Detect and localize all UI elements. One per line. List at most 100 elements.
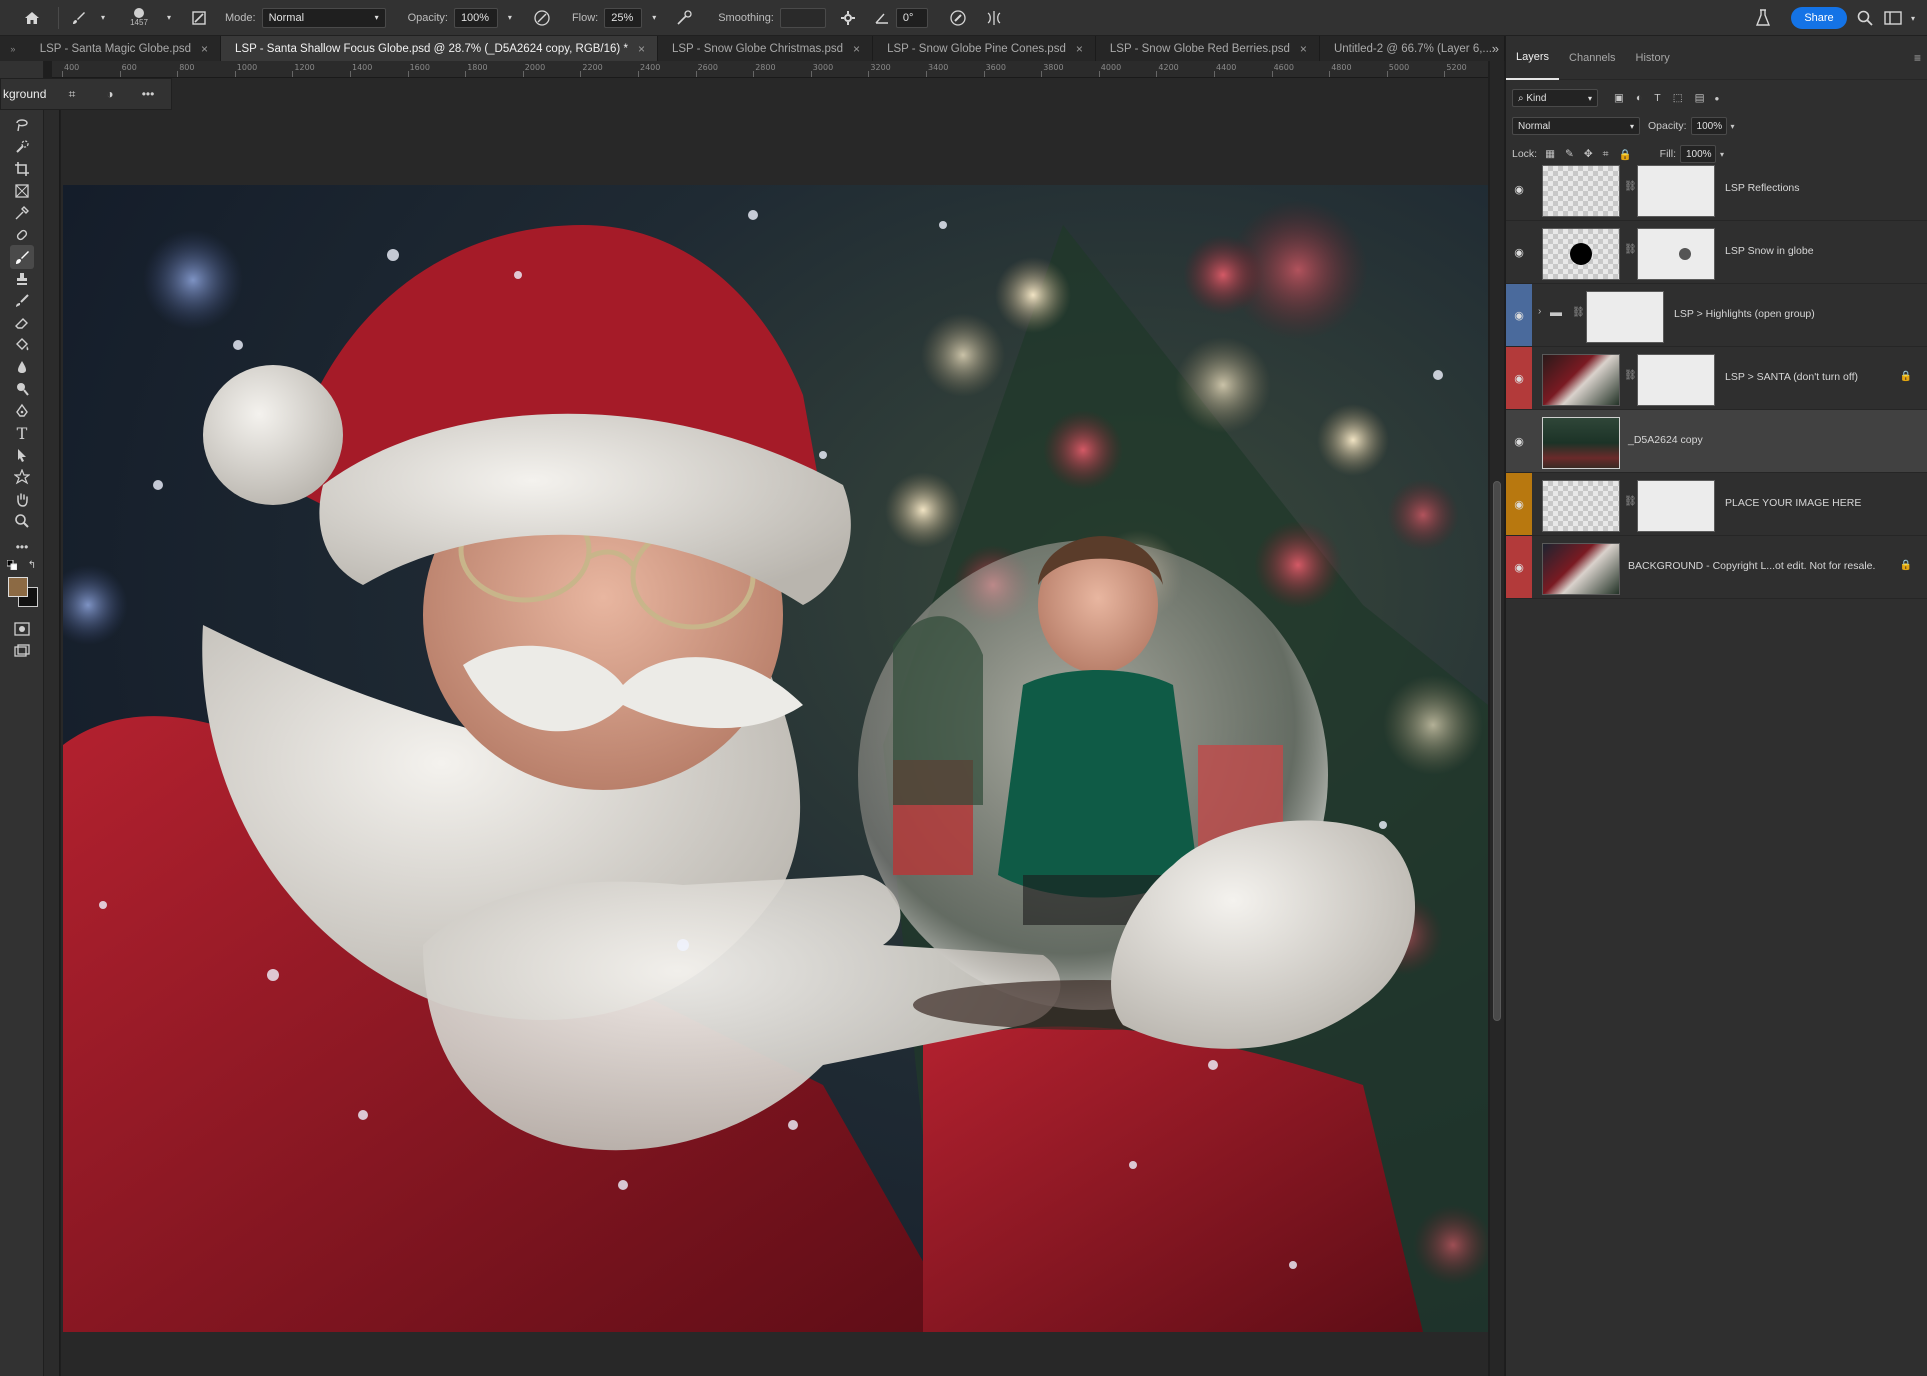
eye-icon[interactable]: ◉ <box>1514 309 1524 322</box>
blend-mode-dropdown[interactable]: Normal ▾ <box>1512 117 1640 135</box>
transform-icon[interactable]: ⌗ <box>53 87 91 102</box>
chevron-down-icon[interactable]: ▾ <box>1731 122 1735 131</box>
layer-lsp-santa[interactable]: ◉ ⛓ LSP > SANTA (don't turn off) 🔒 <box>1506 347 1927 410</box>
mode-dropdown[interactable]: Normal ▾ <box>261 7 386 28</box>
document-canvas[interactable] <box>63 185 1488 1332</box>
swap-colors-icon[interactable]: ↰ <box>26 559 38 571</box>
layer-mask-thumbnail[interactable] <box>1637 480 1715 532</box>
close-icon[interactable]: × <box>1300 42 1307 56</box>
more-tools-icon[interactable]: ••• <box>10 535 34 559</box>
filter-type-icon[interactable]: T <box>1654 92 1660 104</box>
close-icon[interactable]: × <box>638 42 645 56</box>
kind-filter-dropdown[interactable]: ⌕ Kind ▾ <box>1512 89 1598 107</box>
default-colors-icon[interactable] <box>6 559 18 571</box>
scrollbar-thumb[interactable] <box>1493 481 1501 1021</box>
spot-healing-tool-icon[interactable] <box>10 223 34 247</box>
chevron-down-icon[interactable]: ▾ <box>157 5 181 31</box>
foreground-color-swatch[interactable] <box>8 577 28 597</box>
layer-place-your-image-here[interactable]: ◉ ⛓ PLACE YOUR IMAGE HERE <box>1506 473 1927 536</box>
tab-snow-globe-red-berries[interactable]: LSP - Snow Globe Red Berries.psd × <box>1096 36 1320 61</box>
layer-mask-thumbnail[interactable] <box>1637 228 1715 280</box>
dodge-tool-icon[interactable] <box>10 377 34 401</box>
link-icon[interactable]: ⛓ <box>1624 496 1637 507</box>
brush-preset-icon[interactable] <box>67 5 91 31</box>
close-icon[interactable]: × <box>201 42 208 56</box>
eye-icon[interactable]: ◉ <box>1514 372 1524 385</box>
screen-mode-icon[interactable] <box>10 639 34 663</box>
link-icon[interactable]: ⛓ <box>1624 244 1637 255</box>
eye-icon[interactable]: ◉ <box>1514 183 1524 196</box>
blur-tool-icon[interactable] <box>10 355 34 379</box>
layer-lsp-reflections[interactable]: ◉ ⛓ LSP Reflections <box>1506 158 1927 221</box>
tab-history[interactable]: History <box>1626 36 1680 80</box>
airbrush-icon[interactable] <box>672 5 696 31</box>
eye-icon[interactable]: ◉ <box>1514 561 1524 574</box>
layer-d5a2624-copy[interactable]: ◉ _D5A2624 copy <box>1506 410 1927 473</box>
pressure-size-icon[interactable] <box>946 5 970 31</box>
eraser-tool-icon[interactable] <box>10 311 34 335</box>
layer-lsp-highlights-group[interactable]: ◉ › ▬ ⛓ LSP > Highlights (open group) <box>1506 284 1927 347</box>
crop-tool-icon[interactable] <box>10 157 34 181</box>
chevron-down-icon[interactable]: ▾ <box>498 5 522 31</box>
lasso-tool-icon[interactable] <box>10 113 34 137</box>
brush-settings-icon[interactable] <box>187 5 211 31</box>
quick-mask-icon[interactable] <box>10 617 34 641</box>
custom-shape-tool-icon[interactable] <box>10 465 34 489</box>
quick-select-tool-icon[interactable] <box>10 135 34 159</box>
close-icon[interactable]: × <box>1076 42 1083 56</box>
opacity-field[interactable]: 100% <box>453 7 498 28</box>
more-options-icon[interactable]: ••• <box>129 87 167 101</box>
chevron-right-icon[interactable]: › <box>1538 306 1541 317</box>
more-tabs-icon[interactable]: » <box>1492 36 1499 61</box>
pressure-opacity-icon[interactable] <box>530 5 554 31</box>
symmetry-icon[interactable] <box>982 5 1006 31</box>
adjustment-icon[interactable]: ◑ <box>91 87 129 101</box>
filter-adjustment-icon[interactable]: ◐ <box>1636 92 1642 104</box>
beaker-icon[interactable] <box>1751 5 1775 31</box>
layer-mask-thumbnail[interactable] <box>1637 165 1715 217</box>
frame-tool-icon[interactable] <box>10 179 34 203</box>
history-brush-tool-icon[interactable] <box>10 289 34 313</box>
tab-santa-magic-globe[interactable]: LSP - Santa Magic Globe.psd × <box>26 36 222 61</box>
chevron-down-icon[interactable]: ▾ <box>642 5 666 31</box>
flow-field[interactable]: 25% <box>604 7 643 28</box>
gear-icon[interactable] <box>836 5 860 31</box>
search-icon[interactable] <box>1853 5 1877 31</box>
layer-mask-thumbnail[interactable] <box>1637 354 1715 406</box>
vertical-scrollbar[interactable] <box>1490 61 1504 1376</box>
home-icon[interactable] <box>14 5 50 31</box>
eye-icon[interactable]: ◉ <box>1514 246 1524 259</box>
panel-menu-icon[interactable]: ≡ <box>1914 51 1921 65</box>
chevron-down-icon[interactable]: ▾ <box>1901 5 1925 31</box>
brush-tool-icon[interactable] <box>10 245 34 269</box>
link-icon[interactable]: ⛓ <box>1624 181 1637 192</box>
chevron-down-icon[interactable]: ▾ <box>91 5 115 31</box>
eyedropper-tool-icon[interactable] <box>10 201 34 225</box>
eye-icon[interactable]: ◉ <box>1514 435 1524 448</box>
tab-untitled-2[interactable]: Untitled-2 @ 66.7% (Layer 6,... <box>1320 36 1505 61</box>
layer-mask-thumbnail[interactable] <box>1586 291 1664 343</box>
zoom-tool-icon[interactable] <box>10 509 34 533</box>
type-tool-icon[interactable]: T <box>10 421 34 445</box>
share-button[interactable]: Share <box>1791 7 1847 29</box>
layer-opacity-field[interactable]: 100% <box>1690 117 1727 135</box>
filter-shape-icon[interactable]: ⬚ <box>1673 92 1683 104</box>
tab-channels[interactable]: Channels <box>1559 36 1625 80</box>
hand-tool-icon[interactable] <box>10 487 34 511</box>
filter-smart-object-icon[interactable]: ▤ <box>1695 92 1705 104</box>
filter-toggle-icon[interactable]: ● <box>1715 94 1720 103</box>
link-icon[interactable]: ⛓ <box>1624 370 1637 381</box>
tab-snow-globe-pine-cones[interactable]: LSP - Snow Globe Pine Cones.psd × <box>873 36 1096 61</box>
pen-tool-icon[interactable] <box>10 399 34 423</box>
eye-icon[interactable]: ◉ <box>1514 498 1524 511</box>
path-selection-tool-icon[interactable] <box>10 443 34 467</box>
close-icon[interactable]: × <box>853 42 860 56</box>
layer-lsp-snow-in-globe[interactable]: ◉ ⛓ LSP Snow in globe <box>1506 221 1927 284</box>
clone-stamp-tool-icon[interactable] <box>10 267 34 291</box>
filter-pixel-icon[interactable]: ▣ <box>1614 92 1624 104</box>
tab-layers[interactable]: Layers <box>1506 36 1560 80</box>
paint-bucket-tool-icon[interactable] <box>10 333 34 357</box>
tab-santa-shallow-focus-globe[interactable]: LSP - Santa Shallow Focus Globe.psd @ 28… <box>221 36 658 61</box>
angle-field[interactable]: 0° <box>895 7 928 28</box>
brush-size-picker[interactable]: 1457 <box>121 5 157 31</box>
